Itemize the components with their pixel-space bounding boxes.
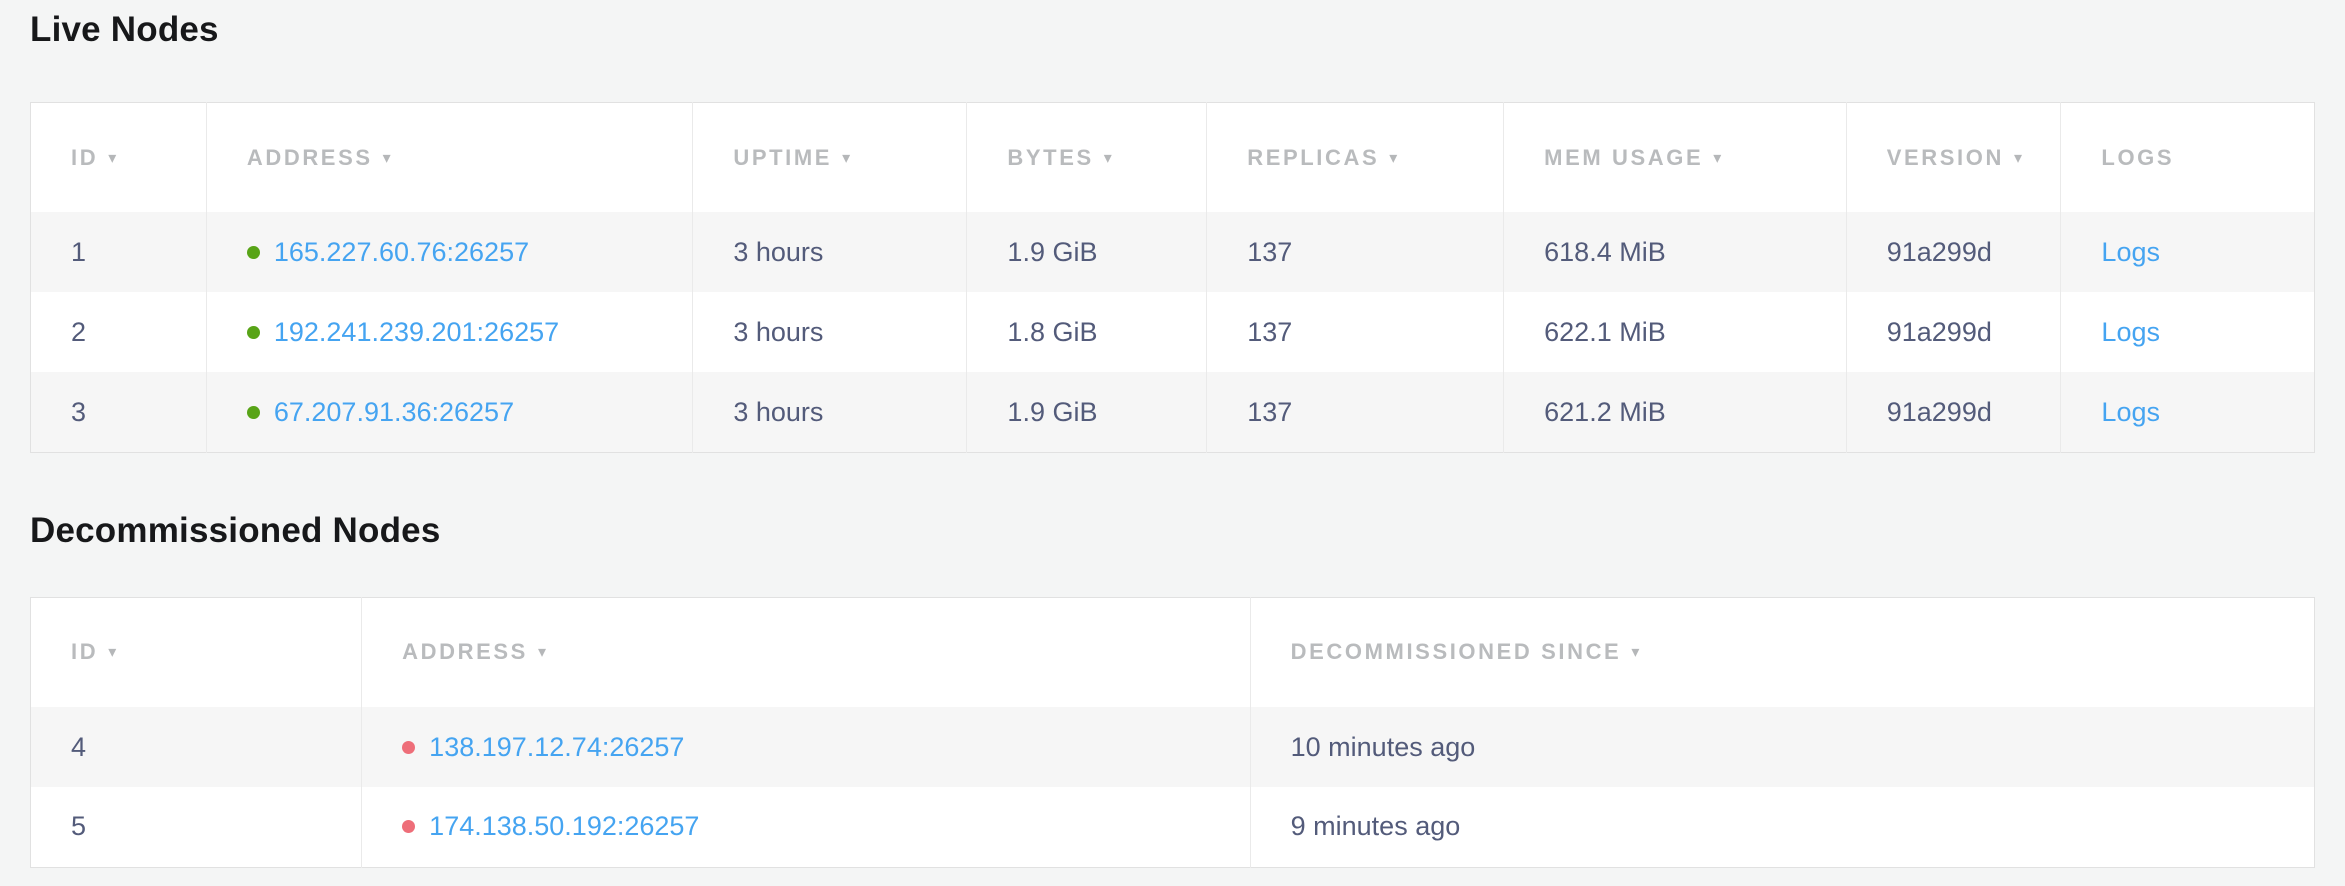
node-address-link[interactable]: 67.207.91.36:26257 [274, 397, 514, 427]
cell-node-id: 3 [31, 372, 207, 452]
cell-version: 91a299d [1846, 292, 2061, 372]
decommissioned-status-icon [402, 741, 415, 754]
cell-node-address: 174.138.50.192:26257 [362, 787, 1250, 867]
live-status-icon [247, 326, 260, 339]
cell-bytes: 1.8 GiB [967, 292, 1207, 372]
cell-logs: Logs [2061, 212, 2315, 292]
live-status-icon [247, 406, 260, 419]
cell-decommissioned-since: 9 minutes ago [1250, 787, 2314, 867]
cell-node-id: 1 [31, 212, 207, 292]
decommissioned-status-icon [402, 820, 415, 833]
column-header-bytes[interactable]: BYTES ▾ [967, 102, 1207, 212]
node-address-link[interactable]: 138.197.12.74:26257 [429, 732, 684, 762]
cell-replicas: 137 [1207, 372, 1504, 452]
logs-link[interactable]: Logs [2101, 237, 2160, 267]
column-label: UPTIME [733, 145, 832, 170]
column-header-decommissioned-since[interactable]: DECOMMISSIONED SINCE ▾ [1250, 597, 2314, 707]
cell-replicas: 137 [1207, 292, 1504, 372]
cell-uptime: 3 hours [693, 372, 967, 452]
decommissioned-nodes-heading: Decommissioned Nodes [30, 509, 2315, 553]
column-header-address[interactable]: ADDRESS ▾ [362, 597, 1250, 707]
live-status-icon [247, 246, 260, 259]
node-address-link[interactable]: 165.227.60.76:26257 [274, 237, 529, 267]
sort-arrow-icon: ▾ [842, 150, 853, 167]
column-header-replicas[interactable]: REPLICAS ▾ [1207, 102, 1504, 212]
cell-node-address: 192.241.239.201:26257 [206, 292, 692, 372]
decommissioned-header-row: ID ▾ ADDRESS ▾ DECOMMISSIONED SINCE ▾ [31, 597, 2315, 707]
cell-uptime: 3 hours [693, 292, 967, 372]
node-address-link[interactable]: 192.241.239.201:26257 [274, 317, 559, 347]
cell-mem-usage: 618.4 MiB [1504, 212, 1847, 292]
live-nodes-header-row: ID ▾ ADDRESS ▾ UPTIME ▾ BYTES ▾ REPLICAS ▾ ME… [31, 102, 2315, 212]
table-row: 2 192.241.239.201:26257 3 hours 1.8 GiB … [31, 292, 2315, 372]
cell-bytes: 1.9 GiB [967, 372, 1207, 452]
column-header-address[interactable]: ADDRESS ▾ [206, 102, 692, 212]
column-header-mem-usage[interactable]: MEM USAGE ▾ [1504, 102, 1847, 212]
sort-arrow-icon: ▾ [538, 644, 549, 661]
column-header-id[interactable]: ID ▾ [31, 102, 207, 212]
cell-mem-usage: 621.2 MiB [1504, 372, 1847, 452]
column-label: VERSION [1887, 145, 2004, 170]
cell-logs: Logs [2061, 372, 2315, 452]
column-label: ID [71, 145, 98, 170]
cell-version: 91a299d [1846, 372, 2061, 452]
sort-arrow-icon: ▾ [108, 150, 119, 167]
table-row: 4 138.197.12.74:26257 10 minutes ago [31, 707, 2315, 787]
node-address-link[interactable]: 174.138.50.192:26257 [429, 811, 699, 841]
cell-logs: Logs [2061, 292, 2315, 372]
sort-arrow-icon: ▾ [1389, 150, 1400, 167]
cluster-nodes-page: { "colors": { "page_bg": "#f4f5f5", "lin… [0, 0, 2345, 886]
column-label: ID [71, 639, 98, 664]
sort-arrow-icon: ▾ [383, 150, 394, 167]
cell-node-address: 138.197.12.74:26257 [362, 707, 1250, 787]
cell-replicas: 137 [1207, 212, 1504, 292]
live-nodes-heading: Live Nodes [30, 8, 2315, 52]
cell-node-id: 4 [31, 707, 362, 787]
live-nodes-table: ID ▾ ADDRESS ▾ UPTIME ▾ BYTES ▾ REPLICAS ▾ ME… [30, 102, 2315, 453]
cell-node-address: 67.207.91.36:26257 [206, 372, 692, 452]
column-label: MEM USAGE [1544, 145, 1703, 170]
sort-arrow-icon: ▾ [1631, 644, 1642, 661]
column-label: BYTES [1007, 145, 1093, 170]
table-row: 5 174.138.50.192:26257 9 minutes ago [31, 787, 2315, 867]
cell-decommissioned-since: 10 minutes ago [1250, 707, 2314, 787]
decommissioned-nodes-table: ID ▾ ADDRESS ▾ DECOMMISSIONED SINCE ▾ 4 138… [30, 597, 2315, 868]
logs-link[interactable]: Logs [2101, 397, 2160, 427]
cell-node-id: 5 [31, 787, 362, 867]
logs-link[interactable]: Logs [2101, 317, 2160, 347]
column-label: REPLICAS [1247, 145, 1379, 170]
table-row: 3 67.207.91.36:26257 3 hours 1.9 GiB 137… [31, 372, 2315, 452]
sort-arrow-icon: ▾ [1104, 150, 1115, 167]
column-header-logs: LOGS [2061, 102, 2315, 212]
column-label: DECOMMISSIONED SINCE [1291, 639, 1622, 664]
sort-arrow-icon: ▾ [108, 644, 119, 661]
column-label: LOGS [2101, 145, 2174, 170]
column-header-id[interactable]: ID ▾ [31, 597, 362, 707]
column-header-uptime[interactable]: UPTIME ▾ [693, 102, 967, 212]
cell-mem-usage: 622.1 MiB [1504, 292, 1847, 372]
cell-node-id: 2 [31, 292, 207, 372]
column-header-version[interactable]: VERSION ▾ [1846, 102, 2061, 212]
column-label: ADDRESS [402, 639, 528, 664]
cell-node-address: 165.227.60.76:26257 [206, 212, 692, 292]
cell-version: 91a299d [1846, 212, 2061, 292]
sort-arrow-icon: ▾ [2014, 150, 2025, 167]
cell-bytes: 1.9 GiB [967, 212, 1207, 292]
column-label: ADDRESS [247, 145, 373, 170]
sort-arrow-icon: ▾ [1713, 150, 1724, 167]
table-row: 1 165.227.60.76:26257 3 hours 1.9 GiB 13… [31, 212, 2315, 292]
cell-uptime: 3 hours [693, 212, 967, 292]
